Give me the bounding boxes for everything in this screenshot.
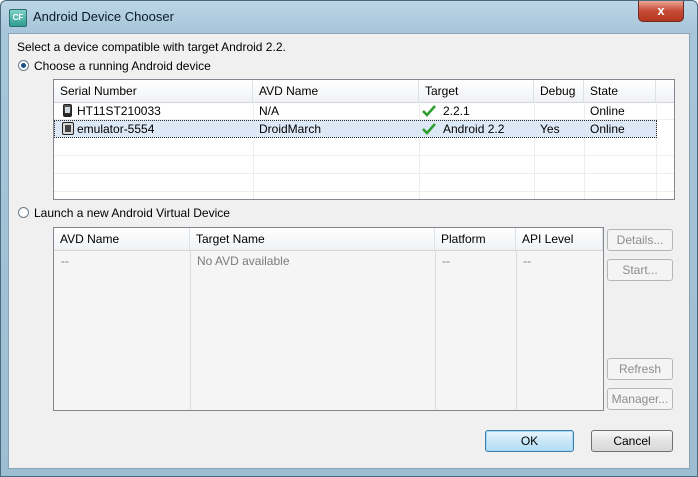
column-serial-number[interactable]: Serial Number xyxy=(54,80,253,102)
table-row-empty xyxy=(54,138,674,156)
table-row: -- No AVD available -- -- xyxy=(54,252,603,270)
avd-table[interactable]: AVD Name Target Name Platform API Level … xyxy=(53,227,604,411)
launch-avd-radio[interactable] xyxy=(18,207,29,218)
launch-avd-label: Launch a new Android Virtual Device xyxy=(34,206,230,220)
details-button[interactable]: Details... xyxy=(607,229,673,251)
phone-icon xyxy=(63,104,72,117)
running-devices-table[interactable]: Serial Number AVD Name Target Debug Stat… xyxy=(53,79,675,200)
target: 2.2.1 xyxy=(443,104,470,118)
column-avd-name[interactable]: AVD Name xyxy=(54,228,190,250)
column-avd-name[interactable]: AVD Name xyxy=(253,80,419,102)
column-state[interactable]: State xyxy=(584,80,656,102)
column-api-level[interactable]: API Level xyxy=(516,228,603,250)
emulator-icon xyxy=(62,122,74,135)
serial-number: emulator-5554 xyxy=(77,122,155,136)
running-device-option[interactable]: Choose a running Android device xyxy=(17,57,277,75)
target: Android 2.2 xyxy=(443,122,505,136)
dialog-body: Select a device compatible with target A… xyxy=(8,33,690,469)
column-platform[interactable]: Platform xyxy=(435,228,516,250)
running-devices-header: Serial Number AVD Name Target Debug Stat… xyxy=(54,80,674,103)
serial-number: HT11ST210033 xyxy=(77,104,161,118)
state: Online xyxy=(590,104,625,118)
api-level: -- xyxy=(523,254,531,268)
column-debug[interactable]: Debug xyxy=(534,80,584,102)
refresh-button[interactable]: Refresh xyxy=(607,358,673,380)
platform: -- xyxy=(442,254,450,268)
table-row-empty xyxy=(54,156,674,174)
avd-name: -- xyxy=(61,254,69,268)
table-row-selected[interactable]: emulator-5554 DroidMarch Android 2.2 Yes… xyxy=(54,120,657,138)
column-target-name[interactable]: Target Name xyxy=(190,228,435,250)
running-device-radio[interactable] xyxy=(18,60,29,71)
title-bar[interactable]: CF Android Device Chooser x xyxy=(1,1,697,33)
column-target[interactable]: Target xyxy=(419,80,534,102)
debug: Yes xyxy=(540,122,560,136)
running-device-label: Choose a running Android device xyxy=(34,59,211,73)
avd-name: DroidMarch xyxy=(259,122,322,136)
check-icon xyxy=(422,123,436,135)
window-title: Android Device Chooser xyxy=(33,9,174,24)
close-button[interactable]: x xyxy=(638,1,684,22)
target-name: No AVD available xyxy=(197,254,290,268)
launch-avd-option[interactable]: Launch a new Android Virtual Device xyxy=(17,204,277,222)
cancel-button[interactable]: Cancel xyxy=(591,430,673,452)
dialog-window: CF Android Device Chooser x Select a dev… xyxy=(0,0,698,477)
ok-button[interactable]: OK xyxy=(485,430,574,452)
table-row[interactable]: HT11ST210033 N/A 2.2.1 Online xyxy=(54,102,674,120)
state: Online xyxy=(590,122,625,136)
table-row-empty xyxy=(54,174,674,192)
avd-name: N/A xyxy=(259,104,280,118)
start-button[interactable]: Start... xyxy=(607,259,673,281)
check-icon xyxy=(422,105,436,117)
intro-text: Select a device compatible with target A… xyxy=(17,40,286,54)
app-icon: CF xyxy=(9,9,27,27)
manager-button[interactable]: Manager... xyxy=(607,388,673,410)
avd-table-header: AVD Name Target Name Platform API Level xyxy=(54,228,603,251)
